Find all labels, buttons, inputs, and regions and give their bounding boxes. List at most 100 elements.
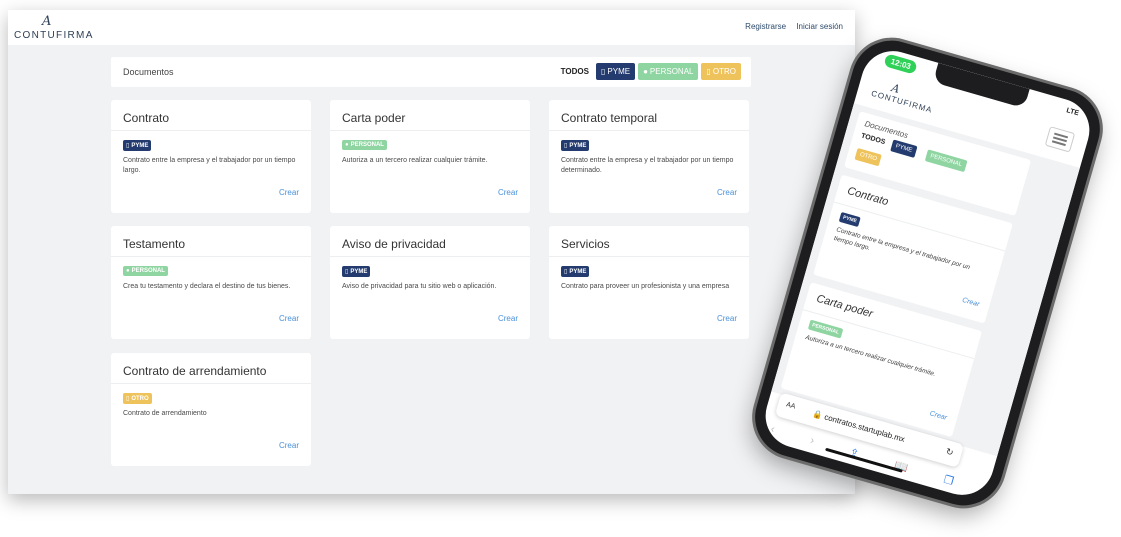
person-icon: ●: [126, 268, 130, 274]
category-badge: ● PERSONAL: [123, 266, 168, 276]
category-badge: ▯ PYME: [561, 266, 590, 277]
category-badge: ▯ OTRO: [123, 393, 152, 404]
create-link[interactable]: Crear: [717, 314, 737, 323]
nav-links: Registrarse Iniciar sesión: [737, 22, 843, 31]
card-title: Contrato temporal: [561, 111, 658, 125]
card-description: Contrato entre la empresa y el trabajado…: [832, 226, 971, 272]
badge-label: PERSONAL: [131, 268, 165, 274]
divider: [111, 130, 311, 131]
badge-label: PERSONAL: [811, 322, 840, 336]
badge-label: PYME: [842, 214, 858, 225]
badge-label: PERSONAL: [350, 142, 384, 148]
document-card: Testamento ● PERSONAL Crea tu testamento …: [111, 226, 311, 339]
create-link[interactable]: Crear: [279, 314, 299, 323]
divider: [111, 256, 311, 257]
create-link[interactable]: Crear: [961, 297, 980, 309]
card-title: Servicios: [561, 237, 610, 251]
divider: [330, 130, 530, 131]
filter-personal-button[interactable]: ● PERSONAL: [638, 63, 699, 80]
logo-text[interactable]: CONTUFIRMA: [14, 30, 94, 41]
divider: [549, 256, 749, 257]
filter-otro-label: OTRO: [859, 151, 878, 163]
divider: [549, 130, 749, 131]
filter-group: TODOS ▯ PYME ● PERSONAL ▯ OTRO: [561, 63, 741, 80]
filter-otro-button[interactable]: OTRO: [854, 147, 883, 167]
person-icon: ●: [345, 142, 349, 148]
building-icon: ▯: [600, 67, 606, 76]
desktop-browser: A CONTUFIRMA Registrarse Iniciar sesión …: [8, 10, 855, 494]
card-description: Autoriza a un tercero realizar cualquier…: [342, 157, 488, 164]
person-icon: ●: [643, 67, 648, 76]
tabs-icon[interactable]: ❐: [942, 473, 955, 488]
document-card: Aviso de privacidad ▯ PYME Aviso de priva…: [330, 226, 530, 339]
document-card: Carta poder ● PERSONAL Autoriza a un terc…: [330, 100, 530, 213]
card-title: Aviso de privacidad: [342, 237, 446, 251]
document-card: Contrato ▯ PYME Contrato entre la empresa…: [111, 100, 311, 213]
badge-label: PYME: [131, 142, 149, 149]
category-badge: ▯ PYME: [123, 140, 152, 151]
card-title: Contrato: [845, 185, 890, 209]
documents-title: Documentos: [123, 67, 174, 77]
hamburger-icon[interactable]: [1044, 126, 1076, 153]
divider: [111, 383, 311, 384]
top-navbar: A CONTUFIRMA Registrarse Iniciar sesión: [8, 10, 855, 45]
chevron-right-icon[interactable]: ›: [809, 434, 816, 448]
filter-pyme-button[interactable]: PYME: [890, 139, 918, 158]
badge-label: PYME: [569, 142, 587, 149]
create-link[interactable]: Crear: [498, 314, 518, 323]
status-network: LTE: [1065, 107, 1080, 118]
card-title: Carta poder: [342, 111, 406, 125]
create-link[interactable]: Crear: [279, 188, 299, 197]
documents-header: Documentos TODOS ▯ PYME ● PERSONAL ▯ OTR…: [111, 57, 751, 87]
filter-pyme-label: PYME: [894, 143, 913, 154]
filter-pyme-label: PYME: [607, 67, 631, 76]
card-description: Contrato para proveer un profesionista y…: [561, 283, 730, 290]
create-link[interactable]: Crear: [929, 410, 948, 422]
filter-otro-button[interactable]: ▯ OTRO: [701, 63, 741, 80]
card-title: Contrato: [123, 111, 170, 125]
badge-label: OTRO: [131, 395, 149, 402]
card-description: Crea tu testamento y declara el destino …: [123, 283, 291, 290]
building-icon: ▯: [345, 269, 349, 275]
document-icon: ▯: [126, 396, 130, 402]
badge-label: PYME: [569, 268, 587, 275]
filter-pyme-button[interactable]: ▯ PYME: [595, 63, 636, 80]
card-description: Contrato de arrendamiento: [123, 410, 207, 417]
filter-personal-label: PERSONAL: [649, 67, 694, 76]
category-badge: PYME: [838, 211, 861, 228]
card-description: Contrato entre la empresa y el trabajado…: [561, 157, 734, 174]
reload-icon[interactable]: ↻: [944, 446, 955, 459]
document-card: Servicios ▯ PYME Contrato para proveer un…: [549, 226, 749, 339]
category-badge: ▯ PYME: [342, 266, 371, 277]
divider: [330, 256, 530, 257]
register-link[interactable]: Registrarse: [745, 22, 786, 31]
building-icon: ▯: [564, 143, 568, 149]
document-card: Contrato temporal ▯ PYME Contrato entre l…: [549, 100, 749, 213]
create-link[interactable]: Crear: [279, 441, 299, 450]
lock-icon: 🔒: [811, 409, 824, 421]
card-description: Contrato entre la empresa y el trabajado…: [123, 157, 296, 174]
document-card: Contrato de arrendamiento ▯ OTRO Contrato…: [111, 353, 311, 466]
filter-personal-button[interactable]: PERSONAL: [924, 149, 968, 173]
login-link[interactable]: Iniciar sesión: [796, 22, 843, 31]
status-time: 12:03: [883, 53, 919, 75]
filter-all-button[interactable]: TODOS: [561, 67, 589, 76]
create-link[interactable]: Crear: [717, 188, 737, 197]
filter-personal-label: PERSONAL: [929, 153, 963, 169]
card-description: Autoriza a un tercero realizar cualquier…: [804, 334, 937, 378]
document-icon: ▯: [706, 67, 711, 76]
chevron-left-icon[interactable]: ‹: [769, 423, 776, 437]
building-icon: ▯: [126, 143, 130, 149]
filter-all-button[interactable]: TODOS: [860, 133, 886, 147]
text-size-button[interactable]: AA: [785, 401, 796, 410]
card-description: Aviso de privacidad para tu sitio web o …: [342, 283, 497, 290]
category-badge: ▯ PYME: [561, 140, 590, 151]
badge-label: PYME: [350, 268, 368, 275]
filter-otro-label: OTRO: [712, 67, 736, 76]
create-link[interactable]: Crear: [498, 188, 518, 197]
card-title: Testamento: [123, 237, 186, 251]
logo-mark: A: [42, 14, 52, 29]
category-badge: ● PERSONAL: [342, 140, 387, 150]
building-icon: ▯: [564, 269, 568, 275]
card-title: Contrato de arrendamiento: [123, 364, 267, 378]
